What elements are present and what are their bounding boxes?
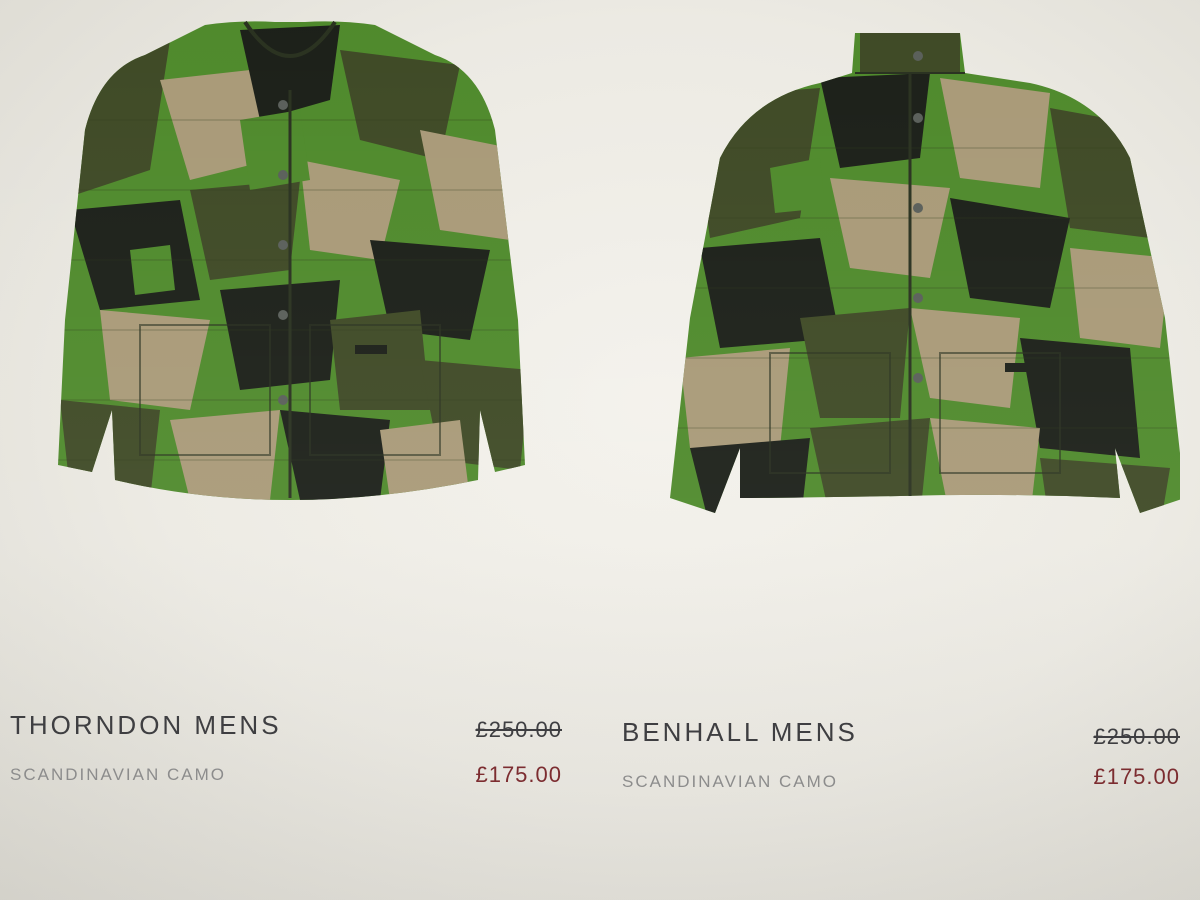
product-colorway: SCANDINAVIAN CAMO [622,772,838,791]
product-card-thorndon[interactable]: THORNDON MENS SCANDINAVIAN CAMO £250.00 … [0,0,600,900]
product-name[interactable]: BENHALL MENS [622,717,858,748]
product-card-benhall[interactable]: BENHALL MENS SCANDINAVIAN CAMO £250.00 £… [600,0,1200,900]
collarless-camo-jacket-image [58,20,525,501]
product-image-benhall[interactable] [630,18,1180,538]
sale-price: £175.00 [475,762,562,787]
original-price: £250.00 [475,717,562,742]
product-name[interactable]: THORNDON MENS [10,710,282,741]
sale-price: £175.00 [1093,764,1180,789]
product-image-thorndon[interactable] [40,10,540,510]
product-colorway: SCANDINAVIAN CAMO [10,765,226,784]
stand-collar-camo-jacket-image [670,33,1180,513]
original-price: £250.00 [1093,724,1180,749]
